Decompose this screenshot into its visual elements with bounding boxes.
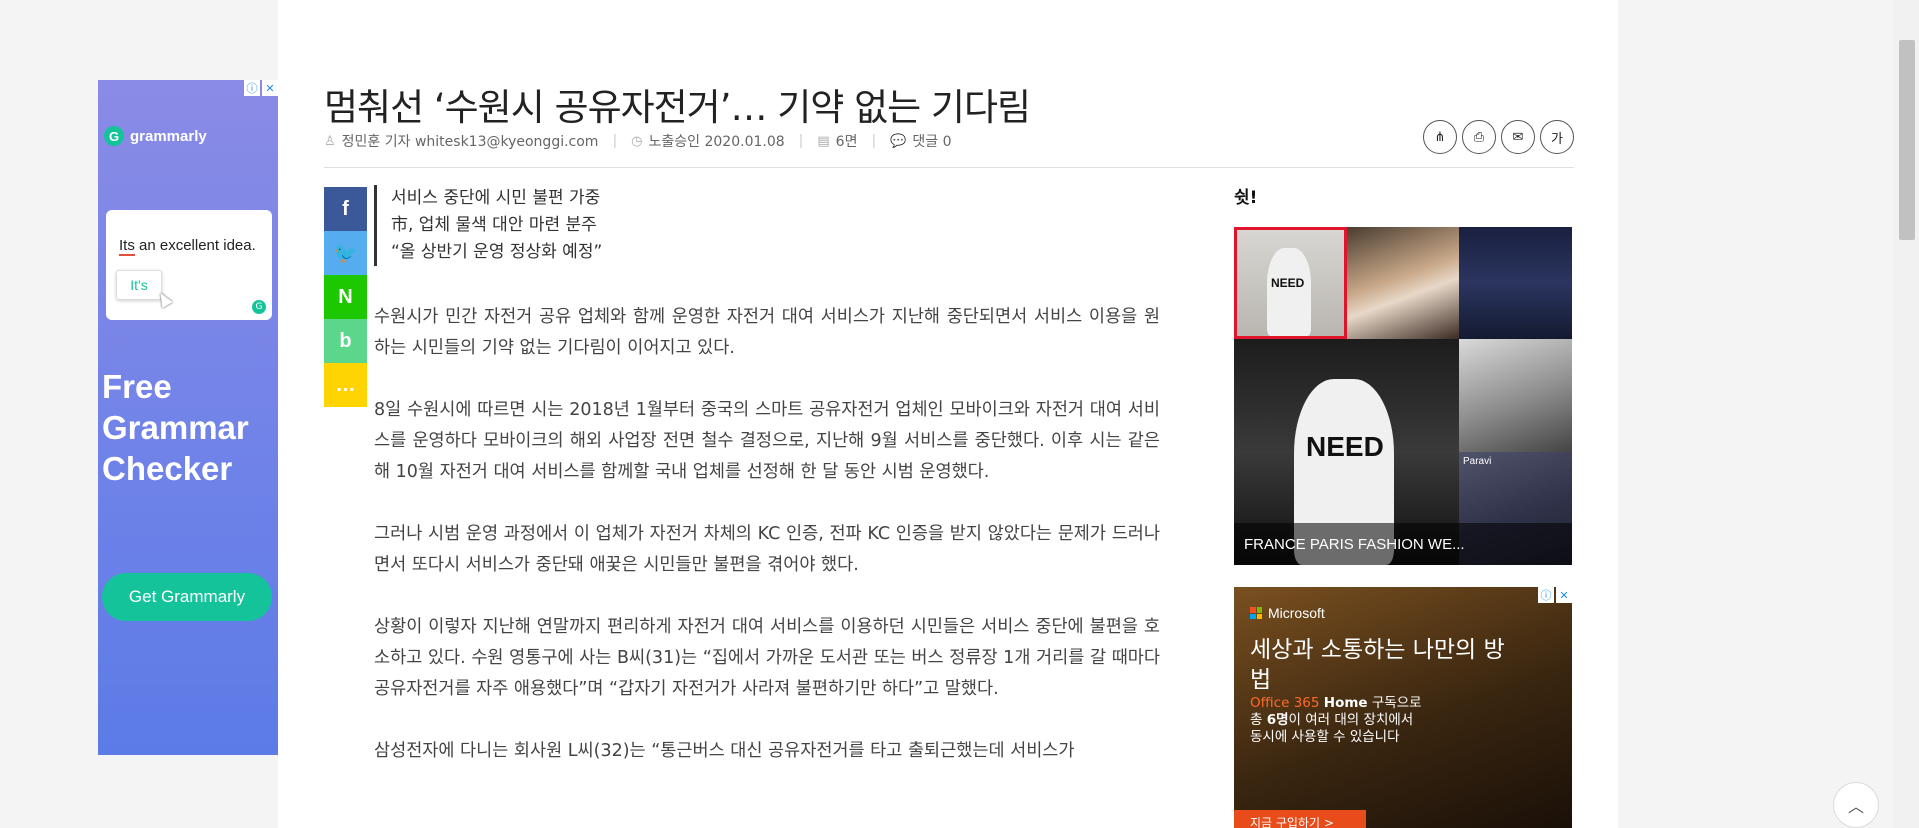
user-icon: ♙ bbox=[324, 133, 336, 149]
facebook-icon: f bbox=[342, 197, 349, 220]
grammarly-logo: G grammarly bbox=[104, 126, 207, 146]
grammarly-ad[interactable]: ⓘ ✕ G grammarly Its an excellent idea. I… bbox=[98, 80, 278, 755]
book-icon: ▤ bbox=[817, 133, 830, 149]
naver-icon: N bbox=[338, 285, 353, 308]
ad-close-icon[interactable]: ✕ bbox=[262, 80, 278, 96]
home-label: Home bbox=[1323, 695, 1368, 711]
gallery-caption[interactable]: FRANCE PARIS FASHION WE... bbox=[1234, 523, 1572, 565]
twitter-share-button[interactable]: 🐦 bbox=[324, 231, 367, 275]
band-share-button[interactable]: b bbox=[324, 319, 367, 363]
hot-section-title: 쉿! bbox=[1234, 188, 1258, 208]
article-subheadings: 서비스 중단에 시민 불편 가중 市, 업체 물색 대안 마련 분주 “올 상반… bbox=[374, 185, 602, 266]
grammarly-brand: grammarly bbox=[130, 127, 207, 145]
demo-sentence: Its an excellent idea. bbox=[119, 237, 256, 256]
subheading: 서비스 중단에 시민 불편 가중 bbox=[391, 188, 601, 208]
microsoft-logo: Microsoft bbox=[1250, 605, 1325, 621]
grammarly-g-icon: G bbox=[104, 126, 124, 146]
scrollbar-thumb[interactable] bbox=[1899, 40, 1915, 240]
twitter-icon: 🐦 bbox=[333, 242, 358, 265]
ms-line3: 동시에 사용할 수 있습니다 bbox=[1250, 729, 1400, 745]
clock-icon: ◷ bbox=[631, 133, 643, 149]
ms-line2-pre: 총 bbox=[1250, 712, 1267, 728]
paragraph: 그러나 시범 운영 과정에서 이 업체가 자전거 차체의 KC 인증, 전파 K… bbox=[374, 524, 1160, 575]
kakao-share-button[interactable]: … bbox=[324, 363, 367, 407]
ad-info-icon[interactable]: ⓘ bbox=[244, 80, 260, 96]
email-button[interactable]: ✉ bbox=[1501, 120, 1535, 154]
meta-comments[interactable]: 💬 댓글 0 bbox=[890, 131, 951, 151]
grammarly-headline: Free Grammar Checker bbox=[102, 368, 249, 487]
font-size-button[interactable]: 가 bbox=[1540, 120, 1574, 154]
divider: | bbox=[798, 133, 804, 149]
meta-divider bbox=[324, 167, 1574, 168]
gallery-thumbnail[interactable] bbox=[1459, 339, 1572, 452]
ms-ad-headline: 세상과 소통하는 나만의 방법 bbox=[1250, 637, 1505, 693]
grammarly-demo-card: Its an excellent idea. It's G bbox=[106, 210, 272, 320]
meta-date: ◷ 노출승인 2020.01.08 bbox=[631, 131, 784, 151]
microsoft-brand: Microsoft bbox=[1268, 605, 1325, 621]
office-365-label: Office 365 bbox=[1250, 695, 1320, 711]
email-icon: ✉ bbox=[1512, 129, 1524, 145]
ms-ad-subtext: Office 365 Home 구독으로 총 6명이 여러 대의 장치에서 동시… bbox=[1250, 695, 1470, 746]
article-title: 멈춰선 ‘수원시 공유자전거’… 기약 없는 기다림 bbox=[324, 85, 1031, 129]
kakao-icon: … bbox=[335, 373, 356, 396]
meta-page: ▤ 6면 bbox=[817, 131, 857, 151]
ad-close-icon[interactable]: ✕ bbox=[1556, 587, 1572, 603]
chevron-up-icon: ︿ bbox=[1847, 797, 1864, 816]
share-icon: ⋔ bbox=[1434, 129, 1446, 145]
ms-line1: 구독으로 bbox=[1367, 695, 1422, 711]
divider: | bbox=[612, 133, 618, 149]
facebook-share-button[interactable]: f bbox=[324, 187, 367, 231]
ms-buy-button[interactable]: 지금 구입하기 > bbox=[1234, 810, 1366, 828]
print-button[interactable]: ⎙ bbox=[1462, 120, 1496, 154]
social-share-bar: f 🐦 N b … bbox=[324, 187, 367, 407]
demo-sentence-rest: an excellent idea. bbox=[134, 237, 256, 254]
gallery-thumbnail[interactable]: NEED bbox=[1234, 227, 1347, 339]
divider: | bbox=[871, 133, 877, 149]
article-container: 멈춰선 ‘수원시 공유자전거’… 기약 없는 기다림 ♙ 정민훈 기자 whit… bbox=[278, 0, 1618, 828]
ad-choices[interactable]: ⓘ ✕ bbox=[1538, 587, 1572, 603]
comment-icon: 💬 bbox=[890, 133, 907, 149]
paravi-label: Paravi bbox=[1463, 456, 1492, 467]
band-icon: b bbox=[339, 329, 352, 352]
photo-gallery[interactable]: NEED NEED Paravi FRANCE PARIS FASHION WE… bbox=[1234, 227, 1572, 565]
article-tools: ⋔ ⎙ ✉ 가 bbox=[1423, 120, 1574, 154]
page-scrollbar[interactable] bbox=[1893, 0, 1919, 828]
meta-author: ♙ 정민훈 기자 whitesk13@kyeonggi.com bbox=[324, 131, 598, 151]
naver-share-button[interactable]: N bbox=[324, 275, 367, 319]
microsoft-icon bbox=[1250, 607, 1262, 619]
grammarly-badge-icon: G bbox=[252, 300, 266, 314]
gallery-thumbnail[interactable] bbox=[1459, 227, 1572, 339]
article-meta: ♙ 정민훈 기자 whitesk13@kyeonggi.com | ◷ 노출승인… bbox=[324, 131, 952, 151]
paragraph: 수원시가 민간 자전거 공유 업체와 함께 운영한 자전거 대여 서비스가 지난… bbox=[374, 307, 1160, 358]
author-text: 정민훈 기자 whitesk13@kyeonggi.com bbox=[341, 134, 599, 150]
demo-error-word: Its bbox=[119, 237, 135, 256]
comments-text[interactable]: 댓글 0 bbox=[912, 131, 951, 151]
scroll-to-top-button[interactable]: ︿ bbox=[1833, 782, 1879, 828]
font-size-icon: 가 bbox=[1551, 131, 1563, 147]
figure-shape bbox=[1267, 248, 1311, 336]
shirt-text: NEED bbox=[1306, 431, 1384, 462]
gallery-thumbnail[interactable] bbox=[1347, 227, 1459, 339]
ms-line2-rest: 이 여러 대의 장치에서 bbox=[1288, 712, 1414, 728]
shirt-text: NEED bbox=[1271, 276, 1305, 290]
get-grammarly-button[interactable]: Get Grammarly bbox=[102, 573, 272, 621]
print-icon: ⎙ bbox=[1473, 129, 1485, 145]
subheading: 市, 업체 물색 대안 마련 분주 bbox=[391, 215, 597, 235]
share-button[interactable]: ⋔ bbox=[1423, 120, 1457, 154]
ad-choices[interactable]: ⓘ ✕ bbox=[244, 80, 278, 96]
paragraph: 상황이 이렇자 지난해 연말까지 편리하게 자전거 대여 서비스를 이용하던 시… bbox=[374, 617, 1160, 699]
ad-info-icon[interactable]: ⓘ bbox=[1538, 587, 1554, 603]
page-text: 6면 bbox=[835, 134, 858, 150]
microsoft-ad[interactable]: ⓘ ✕ Microsoft 세상과 소통하는 나만의 방법 Office 365… bbox=[1234, 587, 1572, 828]
paragraph: 8일 수원시에 따르면 시는 2018년 1월부터 중국의 스마트 공유자전거 … bbox=[374, 400, 1160, 482]
article-body: 수원시가 민간 자전거 공유 업체와 함께 운영한 자전거 대여 서비스가 지난… bbox=[374, 302, 1160, 798]
subheading: “올 상반기 운영 정상화 예정” bbox=[391, 242, 603, 262]
date-text: 노출승인 2020.01.08 bbox=[648, 134, 785, 150]
ms-line2-bold: 6명 bbox=[1266, 712, 1289, 728]
paragraph: 삼성전자에 다니는 회사원 L씨(32)는 “통근버스 대신 공유자전거를 타고… bbox=[374, 741, 1075, 761]
